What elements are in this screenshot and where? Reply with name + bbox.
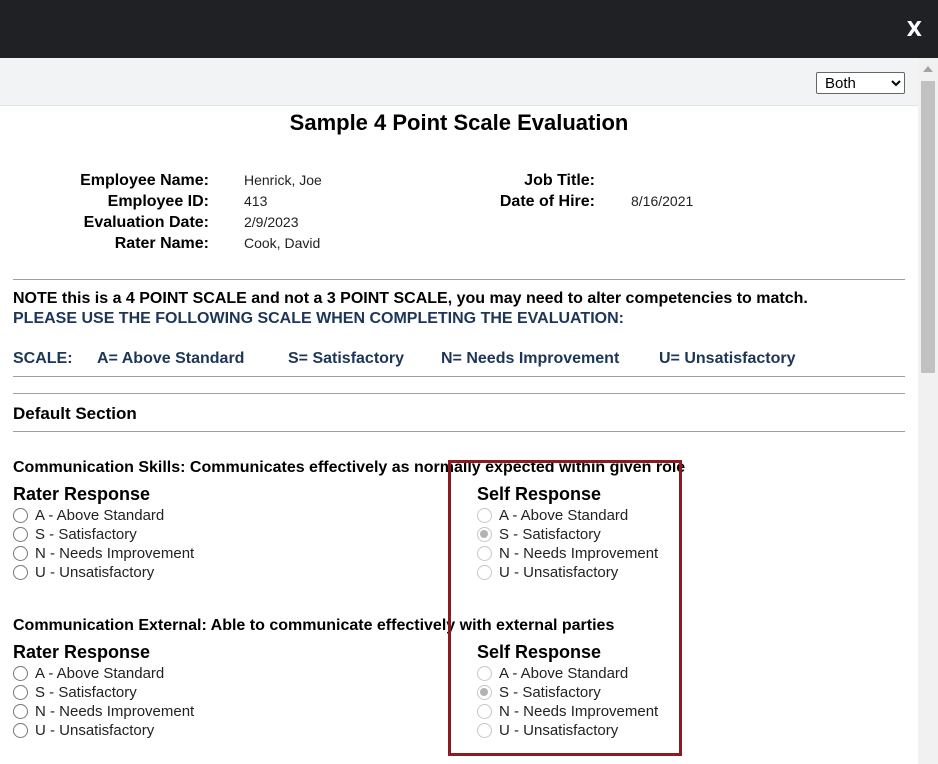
self-option-unsatisfactory: U - Unsatisfactory [477, 563, 618, 582]
self-response-title: Self Response [477, 484, 602, 504]
modal-header: X [0, 0, 938, 58]
radio-button[interactable] [13, 723, 28, 738]
scale-item-above: A= Above Standard [97, 350, 245, 367]
radio-button[interactable] [13, 666, 28, 681]
divider [13, 279, 905, 280]
self-option-unsatisfactory: U - Unsatisfactory [477, 721, 618, 740]
radio-button-disabled [477, 723, 492, 738]
radio-button-disabled [477, 565, 492, 580]
date-of-hire-value: 8/16/2021 [631, 193, 694, 209]
radio-button-selected-disabled [477, 527, 492, 542]
rater-option-needs-improvement[interactable]: N - Needs Improvement [13, 544, 194, 563]
radio-button[interactable] [13, 565, 28, 580]
rater-option-above-standard[interactable]: A - Above Standard [13, 506, 164, 525]
page-title: Sample 4 Point Scale Evaluation [289, 110, 629, 135]
close-button[interactable]: X [907, 17, 922, 41]
self-option-satisfactory: S - Satisfactory [477, 525, 601, 544]
divider [13, 376, 905, 377]
scale-item-unsatisfactory: U= Unsatisfactory [659, 350, 796, 367]
scale-label: SCALE: [13, 350, 73, 367]
divider [13, 431, 905, 432]
radio-button-disabled [477, 508, 492, 523]
section-title: Default Section [13, 404, 137, 423]
rater-response-title: Rater Response [13, 484, 151, 504]
self-option-satisfactory: S - Satisfactory [477, 683, 601, 702]
radio-button[interactable] [13, 527, 28, 542]
employee-id-label: Employee ID: [107, 193, 209, 210]
self-option-above-standard: A - Above Standard [477, 506, 628, 525]
rater-option-unsatisfactory[interactable]: U - Unsatisfactory [13, 563, 154, 582]
radio-button-selected-disabled [477, 685, 492, 700]
radio-button[interactable] [13, 685, 28, 700]
evaluation-date-value: 2/9/2023 [244, 214, 299, 230]
radio-button-disabled [477, 666, 492, 681]
toolbar: Both [0, 58, 938, 106]
rater-name-value: Cook, David [244, 235, 321, 251]
rater-response-title: Rater Response [13, 642, 151, 662]
self-option-needs-improvement: N - Needs Improvement [477, 544, 658, 563]
rater-name-label: Rater Name: [114, 235, 209, 252]
rater-option-needs-improvement[interactable]: N - Needs Improvement [13, 702, 194, 721]
self-option-needs-improvement: N - Needs Improvement [477, 702, 658, 721]
radio-button[interactable] [13, 546, 28, 561]
self-option-above-standard: A - Above Standard [477, 664, 628, 683]
radio-button-disabled [477, 704, 492, 719]
scale-item-satisfactory: S= Satisfactory [288, 350, 405, 367]
rater-option-unsatisfactory[interactable]: U - Unsatisfactory [13, 721, 154, 740]
radio-button[interactable] [13, 508, 28, 523]
rater-option-above-standard[interactable]: A - Above Standard [13, 664, 164, 683]
date-of-hire-label: Date of Hire: [499, 193, 595, 210]
scale-note: NOTE this is a 4 POINT SCALE and not a 3… [13, 290, 808, 307]
job-title-label: Job Title: [524, 172, 595, 189]
self-response-title: Self Response [477, 642, 602, 662]
rater-option-satisfactory[interactable]: S - Satisfactory [13, 525, 137, 544]
employee-name-label: Employee Name: [80, 172, 209, 189]
rater-option-satisfactory[interactable]: S - Satisfactory [13, 683, 137, 702]
employee-name-value: Henrick, Joe [244, 172, 322, 188]
scale-item-needs-improvement: N= Needs Improvement [441, 350, 620, 367]
scrollbar[interactable] [918, 58, 938, 764]
divider [13, 393, 905, 394]
evaluation-content: Sample 4 Point Scale Evaluation Employee… [0, 106, 918, 764]
competency-title: Communication External: Able to communic… [13, 617, 615, 634]
scrollbar-thumb[interactable] [921, 81, 935, 373]
scroll-up-arrow-icon[interactable] [923, 66, 933, 72]
scale-instruction: PLEASE USE THE FOLLOWING SCALE WHEN COMP… [13, 310, 624, 327]
radio-button-disabled [477, 546, 492, 561]
competency-title: Communication Skills: Communicates effec… [13, 459, 686, 476]
view-mode-select[interactable]: Both [816, 72, 905, 94]
radio-button[interactable] [13, 704, 28, 719]
employee-id-value: 413 [244, 193, 268, 209]
evaluation-date-label: Evaluation Date: [83, 214, 209, 231]
